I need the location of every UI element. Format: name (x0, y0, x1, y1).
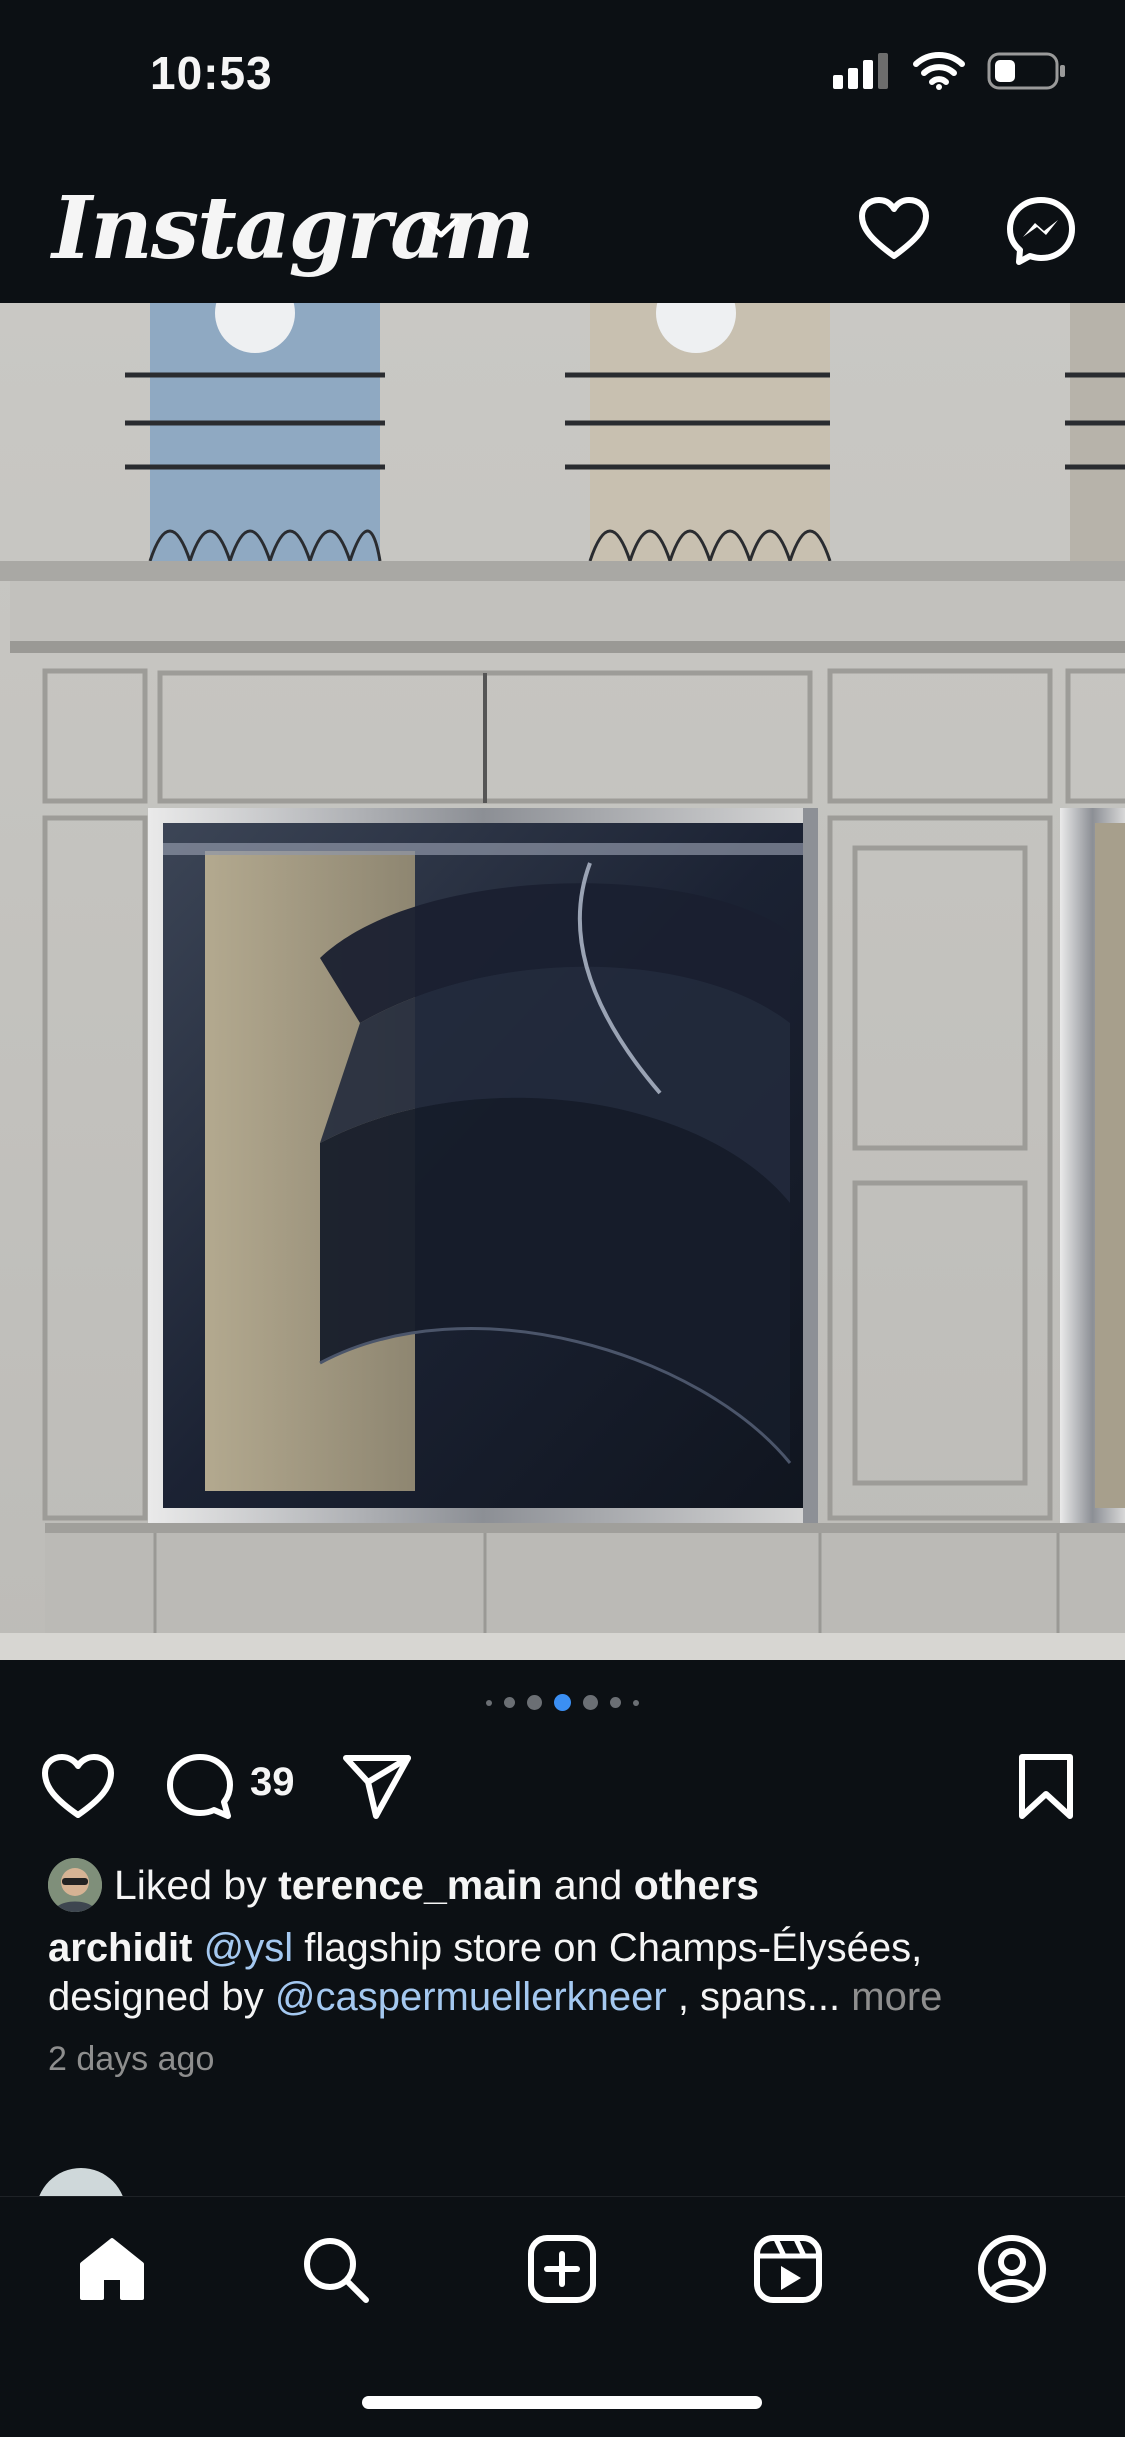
carousel-dot (610, 1697, 621, 1708)
likes-and: and (553, 1862, 623, 1908)
liker-avatar[interactable] (48, 1858, 102, 1912)
carousel-dot (633, 1699, 639, 1706)
likes-summary[interactable]: Liked by terence_main and others (114, 1862, 759, 1909)
carousel-dot (527, 1695, 542, 1710)
bookmark-icon[interactable] (1016, 1752, 1076, 1822)
battery-icon (987, 52, 1065, 90)
carousel-dot (486, 1699, 492, 1706)
cellular-signal-icon (833, 53, 888, 89)
carousel-indicator (0, 1694, 1125, 1711)
post-timestamp: 2 days ago (48, 2040, 215, 2078)
likes-prefix: Liked by (114, 1862, 267, 1908)
comment-icon[interactable] (164, 1752, 236, 1822)
wifi-icon (913, 52, 965, 90)
caption-text-2: , spans... (666, 1975, 841, 2019)
comment-count[interactable]: 39 (250, 1760, 295, 1805)
post-caption: archidit @ysl flagship store on Champs-É… (48, 1924, 1088, 2022)
search-icon[interactable] (300, 2234, 372, 2304)
carousel-dot (583, 1695, 598, 1710)
share-send-icon[interactable] (340, 1752, 414, 1822)
storefront-photo (0, 303, 1125, 1660)
reels-icon[interactable] (752, 2234, 824, 2304)
status-time: 10:53 (150, 47, 273, 99)
profile-icon[interactable] (976, 2234, 1048, 2304)
notifications-heart-icon[interactable] (858, 196, 930, 262)
chevron-down-icon[interactable] (420, 214, 462, 242)
caption-author[interactable]: archidit (48, 1926, 192, 1970)
avatar-photo (48, 1858, 102, 1912)
carousel-dot (504, 1697, 515, 1708)
messenger-icon[interactable] (1006, 196, 1076, 266)
home-icon[interactable] (76, 2234, 148, 2304)
likes-others[interactable]: others (634, 1862, 759, 1908)
like-heart-icon[interactable] (40, 1752, 116, 1822)
carousel-dot-active (554, 1694, 571, 1711)
status-icons (833, 52, 1067, 90)
liker-username[interactable]: terence_main (278, 1862, 542, 1908)
home-indicator[interactable] (362, 2396, 762, 2409)
create-post-icon[interactable] (526, 2234, 598, 2304)
caption-more-link[interactable]: more (851, 1975, 942, 2019)
caption-mention-ysl[interactable]: @ysl (204, 1926, 294, 1970)
post-image[interactable] (0, 303, 1125, 1660)
caption-mention-casper[interactable]: @caspermuellerkneer (275, 1975, 667, 2019)
